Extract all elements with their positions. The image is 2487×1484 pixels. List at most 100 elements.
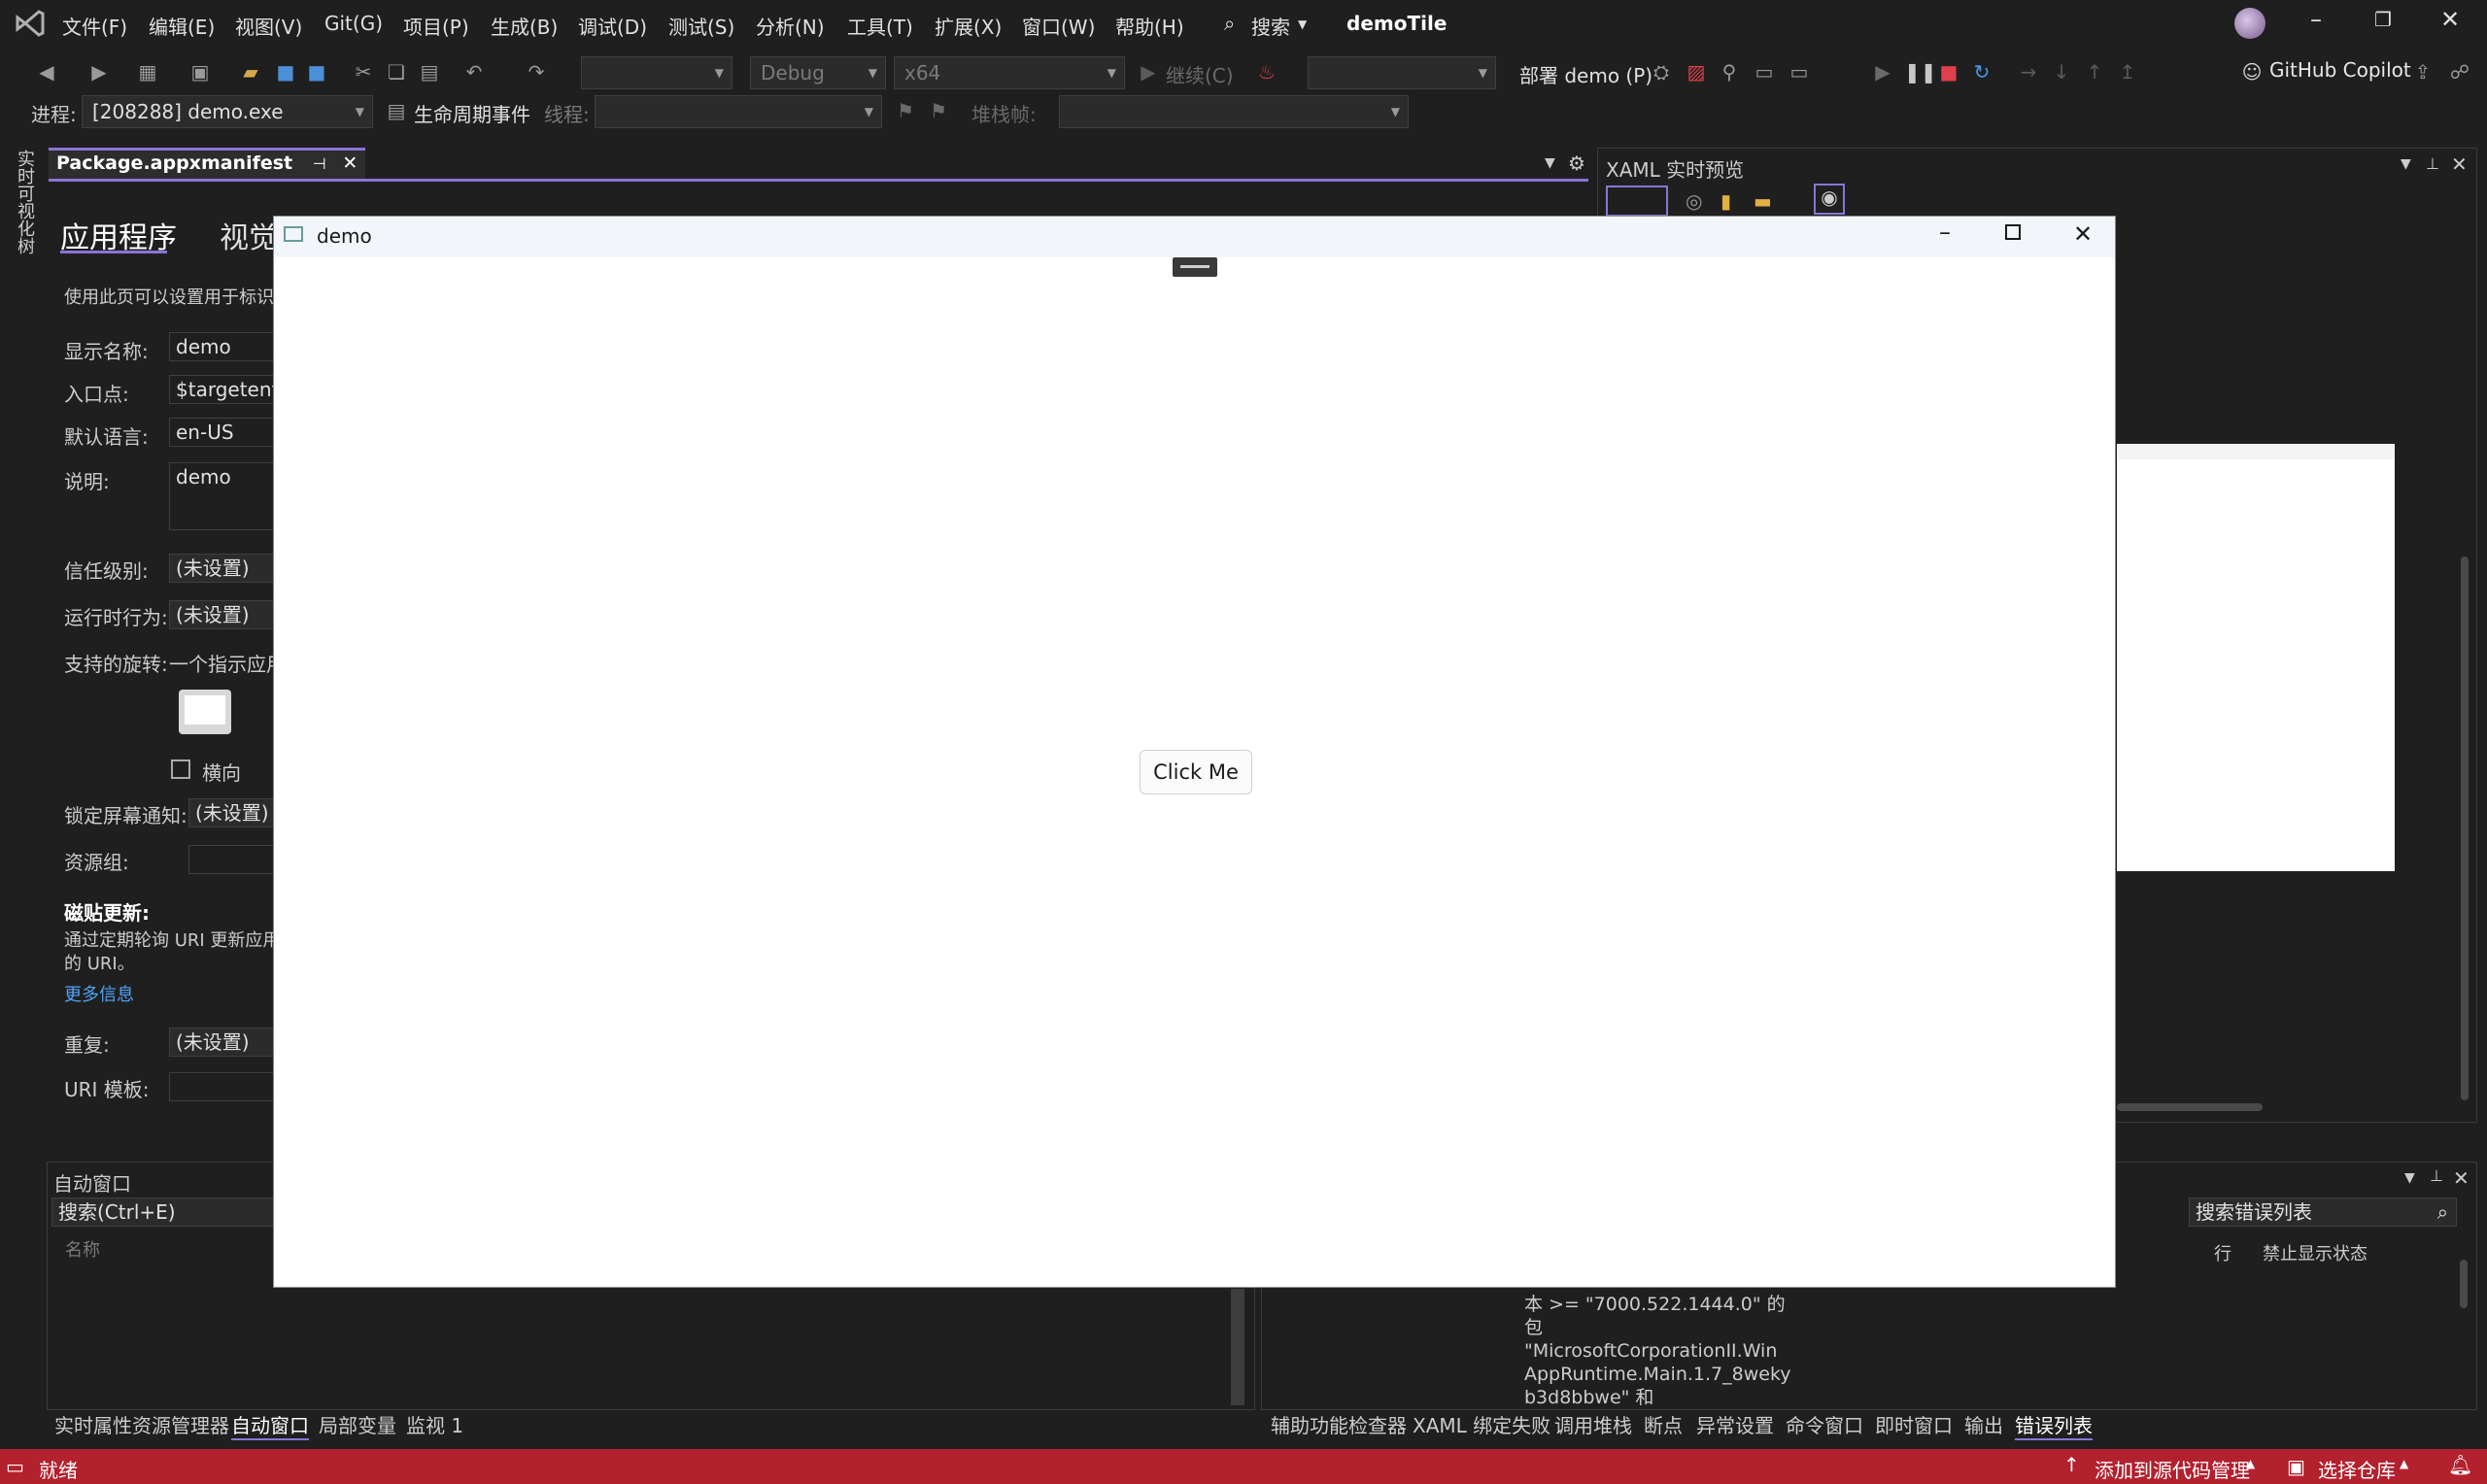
status-window-icon[interactable]: ▭ <box>6 1455 24 1478</box>
errorlist-pin-icon[interactable]: ⊥ <box>2430 1166 2443 1185</box>
tab-exception-settings[interactable]: 异常设置 <box>1696 1410 1774 1438</box>
tab-visual-assets[interactable]: 视觉 <box>220 214 278 256</box>
feedback-icon[interactable]: ☍ <box>2448 60 2471 84</box>
back-icon[interactable]: ◀ <box>35 60 58 84</box>
select-repository[interactable]: 选择仓库 <box>2318 1455 2396 1483</box>
undo-icon[interactable]: ↶ <box>462 60 486 84</box>
panel-pin-icon[interactable]: ⊥ <box>2426 154 2439 173</box>
menu-file[interactable]: 文件(F) <box>62 12 127 40</box>
step-out-icon[interactable]: ↑ <box>2083 60 2106 84</box>
continue-button[interactable]: 继续(C) <box>1166 60 1234 88</box>
app-maximize-icon[interactable] <box>2005 224 2021 240</box>
landscape-rotation-icon[interactable] <box>179 690 231 734</box>
tab-call-stack[interactable]: 调用堆栈 <box>1554 1410 1632 1438</box>
tab-immediate-window[interactable]: 即时窗口 <box>1875 1410 1953 1438</box>
menu-build[interactable]: 生成(B) <box>491 12 558 40</box>
visual-studio-logo-icon[interactable] <box>14 8 47 39</box>
close-icon[interactable]: ✕ <box>2440 6 2460 33</box>
more-info-link[interactable]: 更多信息 <box>64 981 134 1006</box>
stop-icon[interactable]: ■ <box>1937 60 1960 84</box>
app-close-icon[interactable]: ✕ <box>2073 220 2093 248</box>
open-folder-icon[interactable]: ▰ <box>239 60 262 84</box>
panel-menu-icon[interactable]: ▼ <box>2401 156 2411 172</box>
save-all-icon[interactable]: ■ <box>305 60 328 84</box>
menu-tools[interactable]: 工具(T) <box>847 12 913 40</box>
settings-gear-icon[interactable]: ⚙ <box>1568 152 1585 175</box>
menu-debug[interactable]: 调试(D) <box>578 12 647 40</box>
tab-live-property-explorer[interactable]: 实时属性资源管理器 <box>54 1410 229 1438</box>
copilot-icon[interactable]: ☺ <box>2240 60 2264 84</box>
preview-tool-icon[interactable]: ◎ <box>1686 189 1702 213</box>
menu-extensions[interactable]: 扩展(X) <box>935 12 1002 40</box>
menu-help[interactable]: 帮助(H) <box>1115 12 1184 40</box>
app-minimize-icon[interactable]: – <box>1939 219 1951 246</box>
errorlist-menu-icon[interactable]: ▼ <box>2404 1170 2415 1186</box>
preview-hscrollbar[interactable] <box>2117 1100 2453 1114</box>
preview-ruler-icon[interactable]: ▮ <box>1720 189 1731 213</box>
new-item-icon[interactable]: ▦ <box>136 60 159 84</box>
panel-close-icon[interactable]: ✕ <box>2451 152 2468 176</box>
copy-icon[interactable]: ❏ <box>385 60 408 84</box>
play-icon[interactable]: ▶ <box>1137 60 1160 84</box>
flag-all-icon[interactable]: ⚑ <box>927 99 950 122</box>
app-title-bar[interactable]: demo – ✕ <box>274 217 2115 257</box>
autos-scrollbar[interactable] <box>1231 1289 1244 1405</box>
step-over-icon[interactable]: → <box>2017 60 2040 84</box>
close-tab-icon[interactable]: ✕ <box>342 152 358 174</box>
add-to-source-control[interactable]: 添加到源代码管理 <box>2095 1455 2250 1483</box>
redo-icon[interactable]: ↷ <box>525 60 548 84</box>
tab-autos[interactable]: 自动窗口 <box>231 1410 309 1440</box>
config-combo[interactable]: Debug ▼ <box>750 56 886 89</box>
target-combo[interactable]: ▼ <box>1308 56 1496 89</box>
click-me-button[interactable]: Click Me <box>1140 750 1252 794</box>
cut-icon[interactable]: ✂ <box>352 60 375 84</box>
attach-icon[interactable]: ⚲ <box>1718 60 1741 84</box>
forward-icon[interactable]: ▶ <box>87 60 111 84</box>
lifecycle-events-button[interactable]: 生命周期事件 <box>414 99 530 127</box>
step-into-icon[interactable]: ↓ <box>2050 60 2073 84</box>
tab-watch-1[interactable]: 监视 1 <box>406 1410 463 1438</box>
process-combo[interactable]: [208288] demo.exe ▼ <box>82 95 373 128</box>
tab-output[interactable]: 输出 <box>1964 1410 2003 1438</box>
notifications-icon[interactable]: 🔔︎ <box>2448 1453 2472 1476</box>
tool-icon[interactable]: ⛭ <box>1650 60 1673 84</box>
thread-combo[interactable]: ▼ <box>595 95 882 128</box>
tab-breakpoints[interactable]: 断点 <box>1644 1410 1683 1438</box>
tab-command-window[interactable]: 命令窗口 <box>1786 1410 1863 1438</box>
window-icon[interactable]: ▭ <box>1753 60 1776 84</box>
tab-overflow-icon[interactable]: ▼ <box>1545 155 1555 171</box>
save-icon[interactable]: ■ <box>274 60 297 84</box>
preview-vscrollbar[interactable] <box>2458 226 2471 1100</box>
paste-icon[interactable]: ▤ <box>418 60 441 84</box>
toolbox-icon[interactable]: ▨ <box>1685 60 1708 84</box>
stack-frame-combo[interactable]: ▼ <box>1059 95 1409 128</box>
preview-measure-icon[interactable]: ▬ <box>1754 189 1772 213</box>
preview-toolbar-select[interactable] <box>1606 186 1668 217</box>
repo-icon[interactable]: ▣ <box>2287 1455 2305 1478</box>
platform-combo[interactable]: x64 ▼ <box>894 56 1125 89</box>
doc-tab-package-manifest[interactable]: Package.appxmanifest ⊣ ✕ <box>49 148 366 179</box>
landscape-checkbox[interactable] <box>171 759 190 779</box>
copilot-button[interactable]: GitHub Copilot <box>2269 58 2411 82</box>
restore-icon[interactable]: ❐ <box>2374 8 2392 31</box>
menu-edit[interactable]: 编辑(E) <box>149 12 215 40</box>
menu-view[interactable]: 视图(V) <box>235 12 302 40</box>
share-icon[interactable]: ⇪ <box>2411 60 2435 84</box>
errorlist-close-icon[interactable]: ✕ <box>2453 1166 2470 1190</box>
search-box[interactable]: 搜索 <box>1251 12 1290 40</box>
avatar[interactable] <box>2234 8 2266 39</box>
menu-test[interactable]: 测试(S) <box>668 12 734 40</box>
tab-xaml-binding-failures[interactable]: XAML 绑定失败 <box>1413 1410 1550 1438</box>
errorlist-scrollbar[interactable] <box>2457 1240 2470 1405</box>
preview-eye-icon[interactable]: ◉ <box>1814 184 1845 215</box>
tab-locals[interactable]: 局部变量 <box>319 1410 396 1438</box>
errorlist-search-icon[interactable]: ⌕ <box>2437 1198 2448 1226</box>
errorlist-search-field[interactable]: 搜索错误列表 ⌕ <box>2189 1197 2457 1227</box>
deploy-button[interactable]: 部署 demo (P) <box>1519 60 1652 88</box>
minimize-icon[interactable]: – <box>2310 6 2322 33</box>
live-visual-tree-tab[interactable]: 实时可视化树 <box>12 150 37 254</box>
start-icon[interactable]: ▶ <box>1871 60 1894 84</box>
tab-error-list[interactable]: 错误列表 <box>2015 1410 2093 1440</box>
menu-window[interactable]: 窗口(W) <box>1022 12 1095 40</box>
new-project-icon[interactable]: ▣ <box>188 60 212 84</box>
